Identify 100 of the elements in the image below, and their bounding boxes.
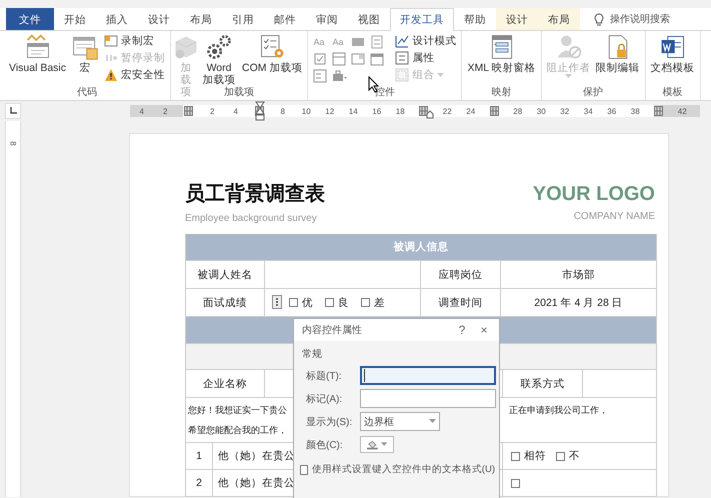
lightbulb-icon xyxy=(594,12,604,26)
gears-icon xyxy=(205,33,234,61)
ruler-number: 14 xyxy=(348,106,358,116)
ribbon-button[interactable]: Word 加载项 xyxy=(199,32,240,87)
ruler-number: 32 xyxy=(560,106,570,116)
caret-icon xyxy=(429,419,436,424)
help-button[interactable]: ? xyxy=(451,322,473,338)
checkbox[interactable] xyxy=(556,452,565,460)
close-button[interactable]: × xyxy=(473,322,495,338)
ruler-number: 28 xyxy=(513,106,522,116)
ribbon-tab[interactable]: 插入 xyxy=(96,8,138,30)
properties-icon xyxy=(395,51,410,65)
table-cell: 面试成绩 xyxy=(186,289,265,316)
ruler-number: 8 xyxy=(280,106,285,116)
checkbox-control-icon[interactable] xyxy=(313,52,328,66)
table-cell: 市场部 xyxy=(501,261,657,288)
company-name: COMPANY NAME xyxy=(574,211,655,222)
group-label: 模板 xyxy=(662,86,683,99)
table-cell: 被调人姓名 xyxy=(186,261,265,288)
option-label: 差 xyxy=(374,296,385,310)
table-cell: 调查时间 xyxy=(421,289,501,316)
option-label: 不 xyxy=(569,449,580,463)
date-picker-icon[interactable] xyxy=(370,52,384,66)
ruler-number: 42 xyxy=(678,106,687,116)
checkbox[interactable] xyxy=(511,452,520,460)
input-field[interactable] xyxy=(360,366,496,385)
ribbon-tab[interactable]: 开始 xyxy=(54,8,96,30)
toolbox-icon[interactable] xyxy=(332,69,348,83)
section-label: 常规 xyxy=(301,348,323,362)
checkbox[interactable] xyxy=(289,298,298,307)
ribbon-tab[interactable]: 邮件 xyxy=(264,8,306,30)
ribbon-tab[interactable]: 布局 xyxy=(180,8,222,30)
ribbon-tab[interactable]: 帮助 xyxy=(454,8,496,30)
table-cell: 2 xyxy=(186,470,213,496)
ruler-number: 18 xyxy=(396,106,405,116)
ribbon-tab[interactable]: 开发工具 xyxy=(390,8,454,31)
group-label: 保护 xyxy=(583,86,604,99)
group-label: 映射 xyxy=(492,86,512,99)
combo-box-icon[interactable] xyxy=(332,52,346,66)
ribbon-tab[interactable]: 设计 xyxy=(496,8,538,30)
document-subtitle: Employee background survey xyxy=(185,213,318,224)
ribbon-button[interactable]: 属性 xyxy=(393,50,458,66)
logo-text: YOUR LOGO xyxy=(532,182,655,207)
input-field[interactable] xyxy=(360,389,496,408)
indent-marker-icon[interactable] xyxy=(426,110,434,119)
document-title: 员工背景调查表 xyxy=(185,182,325,207)
ruler-number: 30 xyxy=(536,106,546,116)
ruler-number: 38 xyxy=(630,106,640,116)
checkbox[interactable] xyxy=(511,478,520,488)
ribbon-button[interactable]: 设计模式 xyxy=(393,33,458,49)
group-label: 控件 xyxy=(374,86,395,99)
ruler-number: 36 xyxy=(607,106,616,116)
checkbox[interactable] xyxy=(300,464,308,474)
indent-marker-icon[interactable] xyxy=(255,101,265,121)
paint-bucket-icon xyxy=(367,440,378,450)
ruler-number: 12 xyxy=(325,106,334,116)
checkbox[interactable] xyxy=(361,298,370,307)
warning-icon xyxy=(104,68,118,82)
column-marker-icon[interactable] xyxy=(184,106,194,116)
ruler-number: 10 xyxy=(302,106,311,116)
legacy-form-icon[interactable] xyxy=(313,69,328,83)
ribbon-button[interactable]: XML 映射窗格 xyxy=(465,32,538,75)
ribbon-button[interactable]: 文档模板 xyxy=(648,32,697,75)
ribbon-tab[interactable]: 布局 xyxy=(538,8,580,30)
ribbon-tab[interactable]: 视图 xyxy=(348,8,390,30)
paragraph-text: 希望您能配合我的工作， xyxy=(188,424,288,437)
dropdown[interactable]: 边界框 xyxy=(360,412,440,431)
search-field[interactable]: 操作说明搜索 xyxy=(594,8,670,30)
ribbon-tab[interactable]: 文件 xyxy=(6,8,54,30)
column-marker-icon[interactable] xyxy=(490,106,499,116)
ribbon-tab[interactable]: 审阅 xyxy=(306,8,348,30)
checkbox[interactable] xyxy=(325,298,334,307)
ruler-number: 22 xyxy=(442,106,452,116)
ribbon-button[interactable]: 限制编辑 xyxy=(594,32,642,75)
column-marker-icon[interactable] xyxy=(419,106,428,116)
word-document-icon xyxy=(658,33,687,61)
ribbon-tab[interactable]: 设计 xyxy=(138,8,180,30)
picture-control-icon[interactable] xyxy=(351,35,366,49)
group-label: 代码 xyxy=(77,86,97,99)
building-block-icon[interactable] xyxy=(370,35,384,49)
field-label: 显示为(S): xyxy=(306,416,354,428)
option-label: 良 xyxy=(338,296,349,310)
color-picker[interactable] xyxy=(360,436,394,453)
ribbon-button[interactable]: COM 加载项 xyxy=(240,32,304,75)
tab-stop-icon[interactable] xyxy=(9,107,17,115)
ribbon-button[interactable]: 录制宏 xyxy=(102,33,168,49)
column-marker-icon[interactable] xyxy=(654,106,664,116)
dropdown-list-icon[interactable] xyxy=(351,52,366,66)
ruler-number: 16 xyxy=(372,106,382,116)
ribbon-button[interactable]: Visual Basic xyxy=(7,32,68,75)
table-cell: 2021 年 4 月 28 日 xyxy=(501,289,657,316)
ribbon-button[interactable]: 宏 xyxy=(69,32,102,75)
design-mode-icon xyxy=(395,34,410,48)
ribbon-tab[interactable]: 引用 xyxy=(222,8,264,30)
option-label: 优 xyxy=(302,296,313,310)
table-header: 被调人信息 xyxy=(186,234,657,260)
dialog-title: 内容控件属性 xyxy=(302,324,363,337)
ruler-number: 4 xyxy=(140,106,144,116)
ribbon-button[interactable]: 宏安全性 xyxy=(102,67,168,83)
ruler-number: 24 xyxy=(466,106,476,116)
